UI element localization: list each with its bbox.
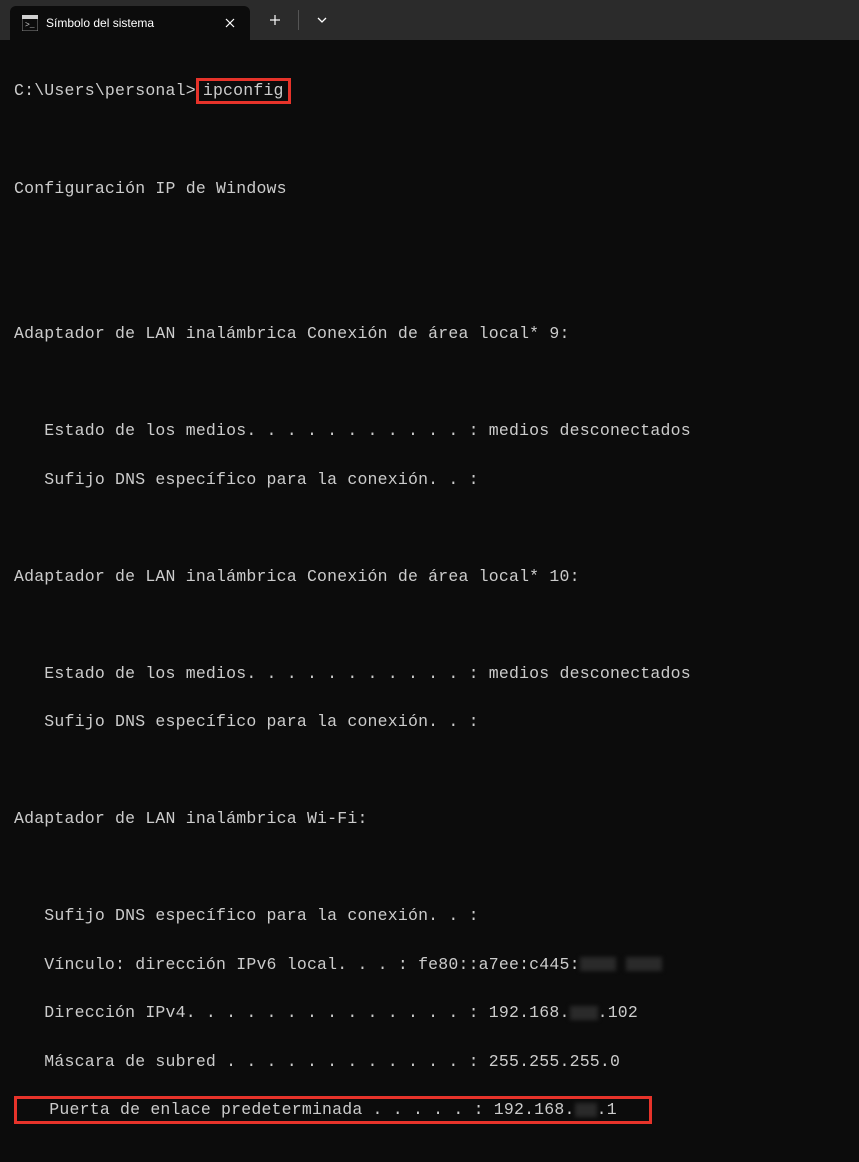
blank-line	[14, 856, 845, 880]
gateway-highlight: Puerta de enlace predeterminada . . . . …	[14, 1096, 652, 1123]
gateway-prefix: Puerta de enlace predeterminada . . . . …	[19, 1100, 575, 1119]
adapter-line: Sufijo DNS específico para la conexión. …	[14, 904, 845, 928]
svg-text:>_: >_	[25, 21, 35, 30]
tab-active[interactable]: >_ Símbolo del sistema	[10, 6, 250, 40]
adapter-line: Estado de los medios. . . . . . . . . . …	[14, 419, 845, 443]
adapter-line: Sufijo DNS específico para la conexión. …	[14, 468, 845, 492]
gateway-highlight-wrapper: Puerta de enlace predeterminada . . . . …	[14, 1098, 845, 1123]
adapter-title: Adaptador de LAN inalámbrica Conexión de…	[14, 565, 845, 589]
tab-title: Símbolo del sistema	[46, 16, 220, 30]
close-icon[interactable]	[220, 13, 240, 33]
blank-line	[14, 274, 845, 298]
adapter-line: Sufijo DNS específico para la conexión. …	[14, 710, 845, 734]
title-bar-actions	[258, 3, 339, 37]
blank-line	[14, 371, 845, 395]
tab-dropdown-button[interactable]	[305, 3, 339, 37]
command-highlight: ipconfig	[196, 78, 291, 104]
gateway-suffix: .1	[597, 1100, 617, 1119]
adapter-title: Adaptador de LAN inalámbrica Conexión de…	[14, 322, 845, 346]
blank-line	[14, 613, 845, 637]
adapter-line: Máscara de subred . . . . . . . . . . . …	[14, 1050, 845, 1074]
title-bar: >_ Símbolo del sistema	[0, 0, 859, 40]
ipv4-suffix: .102	[598, 1003, 638, 1022]
new-tab-button[interactable]	[258, 3, 292, 37]
blank-line	[14, 128, 845, 152]
prompt-text: C:\Users\personal>	[14, 81, 196, 100]
blank-line	[14, 759, 845, 783]
blank-line	[14, 225, 845, 249]
adapter-line: Vínculo: dirección IPv6 local. . . : fe8…	[14, 953, 845, 977]
redacted-text	[575, 1103, 597, 1117]
redacted-text	[580, 957, 616, 971]
ipv6-prefix: Vínculo: dirección IPv6 local. . . : fe8…	[14, 955, 580, 974]
cmd-icon: >_	[22, 15, 38, 31]
divider	[298, 10, 299, 30]
terminal-output[interactable]: C:\Users\personal>ipconfig Configuración…	[0, 40, 859, 1162]
ipv4-prefix: Dirección IPv4. . . . . . . . . . . . . …	[14, 1003, 570, 1022]
adapter-line: Dirección IPv4. . . . . . . . . . . . . …	[14, 1001, 845, 1025]
adapter-line: Estado de los medios. . . . . . . . . . …	[14, 662, 845, 686]
prompt-line: C:\Users\personal>ipconfig	[14, 78, 845, 104]
config-header: Configuración IP de Windows	[14, 177, 845, 201]
redacted-text	[626, 957, 662, 971]
blank-line	[14, 516, 845, 540]
redacted-text	[570, 1006, 598, 1020]
adapter-title: Adaptador de LAN inalámbrica Wi-Fi:	[14, 807, 845, 831]
